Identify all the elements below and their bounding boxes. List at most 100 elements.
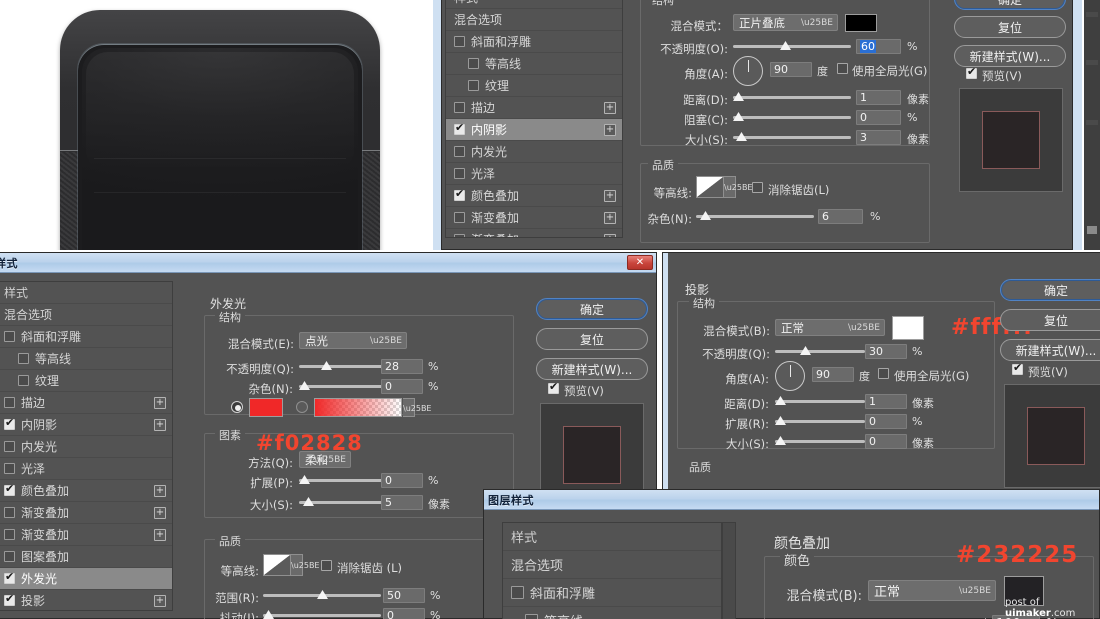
distance-value-input[interactable]: 1 [865,394,907,409]
checkbox-gradient-overlay[interactable] [4,507,15,518]
choke-slider[interactable] [733,110,851,125]
add-effect-icon[interactable]: + [154,507,166,519]
range-slider[interactable] [263,588,381,603]
add-effect-icon[interactable]: + [154,595,166,607]
checkbox-inner-glow[interactable] [4,441,15,452]
noise-slider[interactable] [696,209,814,224]
checkbox-contour[interactable] [18,353,29,364]
radio-solid-color[interactable] [231,401,243,413]
opacity-value-input[interactable]: 28 [381,359,423,374]
jitter-value-input[interactable]: 0 [383,608,425,619]
contour-dropdown-button[interactable]: \u25BE [291,554,320,576]
add-effect-icon[interactable]: + [154,397,166,409]
style-item-contour[interactable]: 等高线 [0,348,172,370]
size-slider[interactable] [299,495,387,510]
add-effect-icon[interactable]: + [604,124,616,136]
range-value-input[interactable]: 50 [383,588,425,603]
style-item-inner-shadow[interactable]: 内阴影 + [0,414,172,436]
checkbox-texture[interactable] [468,80,479,91]
checkbox-bevel-emboss[interactable] [511,586,524,599]
noise-value-input[interactable]: 0 [381,379,423,394]
style-item-color-overlay[interactable]: 颜色叠加 + [446,185,622,207]
checkbox-stroke[interactable] [4,397,15,408]
style-item-gradient-overlay-2[interactable]: 渐变叠加 + [0,524,172,546]
style-item-satin[interactable]: 光泽 [0,458,172,480]
angle-dial[interactable] [775,361,805,391]
ok-button[interactable]: 确定 [536,298,648,320]
checkbox-color-overlay[interactable] [454,188,465,201]
checkbox-antialias[interactable] [321,560,332,571]
ok-button[interactable]: 确定 [1000,279,1100,301]
shadow-color-swatch[interactable] [892,316,924,340]
radio-gradient[interactable] [296,401,308,413]
distance-slider[interactable] [733,90,851,105]
style-item-texture[interactable]: 纹理 [446,75,622,97]
checkbox-pattern-overlay[interactable] [4,551,15,562]
technique-select[interactable]: 柔和 \u25BE [299,451,351,468]
blend-mode-select[interactable]: 正常 \u25BE [868,580,996,601]
style-item-gradient-overlay-2[interactable]: 渐变叠加 + [446,229,622,237]
size-value-input[interactable]: 5 [381,495,423,510]
layer-style-dialog-color-overlay[interactable]: 图层样式 样式 混合选项 斜面和浮雕 等高线 颜色叠加 [483,489,1100,619]
add-effect-icon[interactable]: + [604,190,616,202]
checkbox-inner-glow[interactable] [454,146,465,157]
style-item-blending-options[interactable]: 混合选项 [446,9,622,31]
style-item-pattern-overlay[interactable]: 图案叠加 [0,546,172,568]
checkbox-gradient-overlay-2[interactable] [4,529,15,540]
style-item-drop-shadow[interactable]: 投影 + [0,590,172,610]
layer-style-dialog-inner-shadow[interactable]: 样式 混合选项 斜面和浮雕 等高线 纹理 [441,0,1073,250]
style-list-color-overlay[interactable]: 样式 混合选项 斜面和浮雕 等高线 [502,522,722,619]
blend-mode-select[interactable]: 正片叠底 \u25BE [733,14,838,31]
checkbox-inner-shadow[interactable] [454,122,465,135]
choke-value-input[interactable]: 0 [856,110,901,125]
blend-mode-select[interactable]: 点光 \u25BE [299,332,407,349]
checkbox-preview[interactable] [966,65,977,79]
checkbox-preview[interactable] [1012,361,1023,375]
opacity-value-input[interactable]: 60 [856,39,901,54]
size-value-input[interactable]: 0 [865,434,907,449]
checkbox-contour[interactable] [468,58,479,69]
style-item-contour[interactable]: 等高线 [503,607,721,619]
style-item-satin[interactable]: 光泽 [446,163,622,185]
checkbox-color-overlay[interactable] [4,483,15,496]
add-effect-icon[interactable]: + [604,234,616,237]
style-item-blending-options[interactable]: 混合选项 [0,304,172,326]
distance-value-input[interactable]: 1 [856,90,901,105]
reset-button[interactable]: 复位 [954,16,1066,38]
add-effect-icon[interactable]: + [154,529,166,541]
checkbox-contour[interactable] [525,614,538,619]
dialog-titlebar-outer-glow[interactable]: 样式 ✕ [0,253,656,273]
style-item-texture[interactable]: 纹理 [0,370,172,392]
checkbox-gradient-overlay-2[interactable] [454,234,465,237]
add-effect-icon[interactable]: + [154,419,166,431]
checkbox-bevel-emboss[interactable] [4,331,15,342]
checkbox-use-global-light[interactable] [837,63,848,74]
noise-value-input[interactable]: 6 [818,209,863,224]
shadow-color-swatch[interactable] [845,14,877,32]
spread-value-input[interactable]: 0 [381,473,423,488]
style-item-inner-glow[interactable]: 内发光 [446,141,622,163]
checkbox-outer-glow[interactable] [4,571,15,584]
style-item-gradient-overlay[interactable]: 渐变叠加 + [446,207,622,229]
opacity-slider[interactable] [775,344,865,359]
style-list-inner-shadow[interactable]: 样式 混合选项 斜面和浮雕 等高线 纹理 [445,0,623,238]
distance-slider[interactable] [775,394,865,409]
checkbox-inner-shadow[interactable] [4,417,15,430]
angle-value-input[interactable]: 90 [812,367,854,382]
opacity-value-input[interactable]: 30 [865,344,907,359]
style-item-outer-glow[interactable]: 外发光 [0,568,172,590]
style-item-contour[interactable]: 等高线 [446,53,622,75]
reset-button[interactable]: 复位 [1000,309,1100,331]
checkbox-antialias[interactable] [752,182,763,193]
spread-value-input[interactable]: 0 [865,414,907,429]
opacity-slider[interactable] [299,359,387,374]
size-slider[interactable] [775,434,865,449]
ok-button[interactable]: 确定 [954,0,1066,10]
dialog-titlebar-color-overlay[interactable]: 图层样式 [484,490,1099,510]
style-item-inner-shadow[interactable]: 内阴影 + [446,119,622,141]
add-effect-icon[interactable]: + [604,212,616,224]
checkbox-texture[interactable] [18,375,29,386]
angle-dial[interactable] [733,56,763,86]
close-icon[interactable]: ✕ [627,255,653,270]
opacity-slider[interactable] [733,39,851,54]
